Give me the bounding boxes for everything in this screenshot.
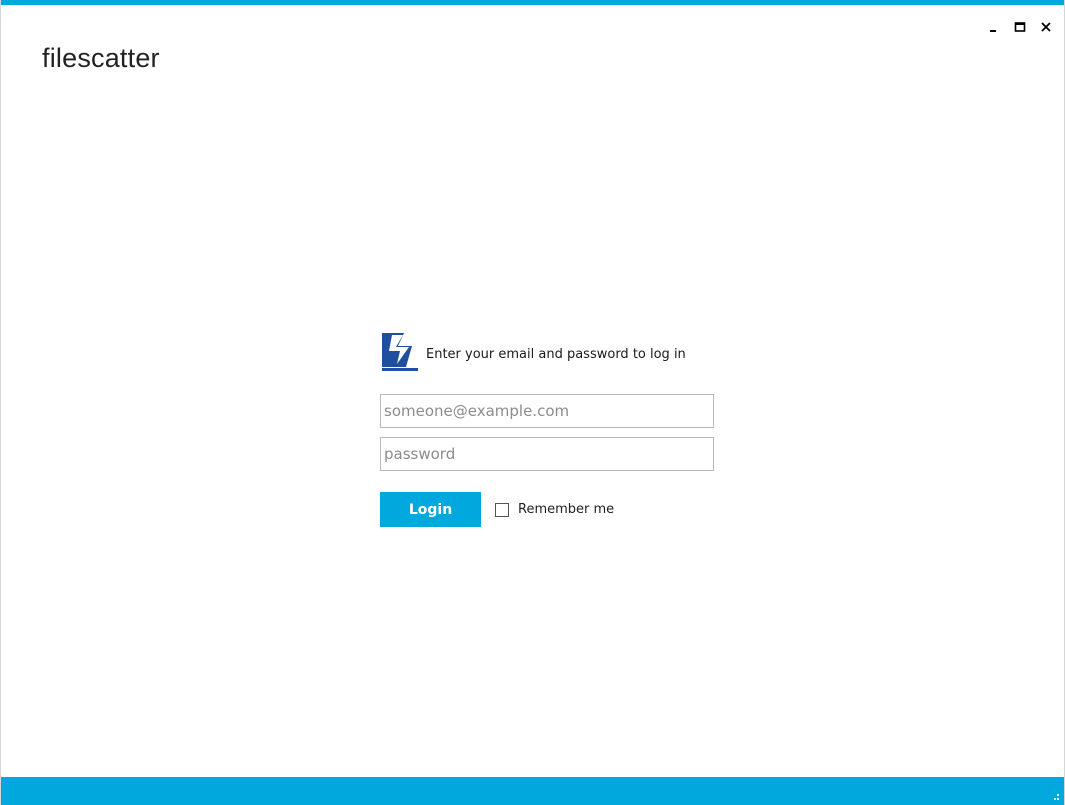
login-header: Enter your email and password to log in [380,327,716,373]
login-actions: Login Remember me [380,492,716,527]
top-accent-bar [1,0,1064,5]
password-field[interactable] [380,437,714,471]
remember-me-toggle[interactable]: Remember me [495,502,614,517]
email-field[interactable] [380,394,714,428]
login-prompt: Enter your email and password to log in [426,346,686,362]
close-button[interactable] [1036,16,1056,38]
app-title: filescatter [42,43,160,73]
app-window: filescatter Enter your email and passwor… [0,0,1065,805]
minimize-icon [990,30,996,32]
login-button[interactable]: Login [380,492,481,527]
filescatter-logo-icon [382,333,418,371]
resize-grip-icon[interactable] [1050,792,1060,802]
maximize-icon [1014,22,1026,32]
remember-me-label: Remember me [518,502,615,517]
maximize-button[interactable] [1010,16,1030,38]
minimize-button[interactable] [984,16,1004,38]
close-icon [1041,22,1051,32]
status-bar [1,777,1064,805]
window-controls [984,16,1056,38]
login-panel: Enter your email and password to log in … [380,327,716,527]
remember-me-checkbox[interactable] [495,502,509,517]
